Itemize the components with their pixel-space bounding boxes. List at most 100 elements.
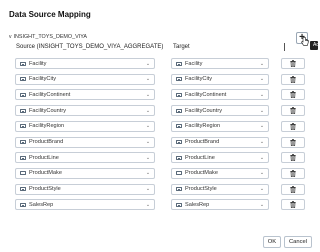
target-select[interactable]: FacilityCountry ⌄ [171, 105, 269, 117]
target-value: ProductStyle [185, 186, 217, 193]
source-select[interactable]: FacilityRegion ⌄ [15, 120, 155, 132]
delete-mapping-button[interactable] [281, 58, 305, 69]
cancel-button[interactable]: Cancel [284, 236, 312, 248]
chevron-down-icon[interactable]: ⌄ [144, 123, 152, 129]
source-value: FacilityCity [29, 76, 57, 83]
trash-icon [290, 170, 296, 177]
delete-mapping-button[interactable] [281, 167, 305, 179]
source-select[interactable]: ProductLine ⌄ [15, 152, 155, 164]
table-column-icon [176, 61, 182, 66]
chevron-down-icon[interactable]: ⌄ [258, 76, 266, 82]
delete-mapping-button[interactable] [281, 105, 305, 117]
add-tooltip: Add [310, 41, 318, 50]
section-header[interactable]: v INSIGHT_TOYS_DEMO_VIYA [9, 32, 87, 41]
chevron-down-icon[interactable]: ⌄ [258, 139, 266, 145]
chevron-down-icon[interactable]: ⌄ [258, 61, 266, 67]
target-value: FacilityRegion [185, 123, 221, 130]
target-select[interactable]: SalesRep ⌄ [171, 199, 269, 211]
delete-mapping-button[interactable] [281, 183, 305, 195]
chevron-down-icon[interactable]: ⌄ [144, 155, 152, 161]
trash-icon [290, 122, 296, 130]
table-column-icon [20, 124, 26, 129]
hand-cursor-icon [301, 37, 309, 46]
mapping-row: FacilityCity ⌄ FacilityCity ⌄ [0, 73, 318, 86]
source-select[interactable]: ProductMake ⌄ [15, 167, 155, 179]
source-select[interactable]: FacilityContinent ⌄ [15, 89, 155, 101]
target-select[interactable]: ProductBrand ⌄ [171, 136, 269, 148]
table-column-icon [20, 108, 26, 113]
collapse-chevron-icon[interactable]: v [9, 34, 12, 40]
table-column-icon [176, 92, 182, 97]
target-select[interactable]: Facility ⌄ [171, 58, 269, 69]
trash-icon [290, 60, 296, 67]
chevron-down-icon[interactable]: ⌄ [258, 155, 266, 161]
source-select[interactable]: FacilityCountry ⌄ [15, 105, 155, 117]
chevron-down-icon[interactable]: ⌄ [144, 186, 152, 192]
mapping-row: FacilityCountry ⌄ FacilityCountry ⌄ [0, 105, 318, 117]
chevron-down-icon[interactable]: ⌄ [258, 186, 266, 192]
target-select[interactable]: FacilityCity ⌄ [171, 73, 269, 85]
chevron-down-icon[interactable]: ⌄ [258, 170, 266, 176]
table-column-icon [176, 108, 182, 113]
chevron-down-icon[interactable]: ⌄ [258, 123, 266, 129]
trash-icon [290, 91, 296, 99]
delete-mapping-button[interactable] [281, 89, 305, 101]
chevron-down-icon[interactable]: ⌄ [144, 139, 152, 145]
target-value: SalesRep [185, 201, 210, 208]
source-value: ProductLine [29, 154, 59, 161]
target-value: FacilityCity [185, 76, 213, 83]
target-select[interactable]: FacilityContinent ⌄ [171, 89, 269, 101]
chevron-down-icon[interactable]: ⌄ [144, 108, 152, 114]
source-select[interactable]: Facility ⌄ [15, 58, 155, 69]
chevron-down-icon[interactable]: ⌄ [258, 92, 266, 98]
ok-button[interactable]: OK [263, 236, 281, 248]
delete-mapping-button[interactable] [281, 199, 305, 211]
target-select[interactable]: ProductStyle ⌄ [171, 183, 269, 195]
table-column-icon [20, 77, 26, 82]
delete-mapping-button[interactable] [281, 136, 305, 148]
mapping-row: ProductMake ⌄ ProductMake ⌄ [0, 167, 318, 180]
delete-mapping-button[interactable] [281, 152, 305, 164]
delete-mapping-button[interactable] [281, 120, 305, 132]
chevron-down-icon[interactable]: ⌄ [144, 61, 152, 67]
chevron-down-icon[interactable]: ⌄ [258, 108, 266, 114]
target-select[interactable]: ProductLine ⌄ [171, 152, 269, 164]
table-column-icon [176, 124, 182, 129]
source-value: FacilityCountry [29, 107, 66, 114]
mapping-row: ProductLine ⌄ ProductLine ⌄ [0, 152, 318, 164]
target-select[interactable]: ProductMake ⌄ [171, 167, 269, 179]
delete-mapping-button[interactable] [281, 73, 305, 85]
source-value: ProductMake [29, 170, 62, 177]
table-column-icon [176, 171, 182, 176]
target-value: ProductBrand [185, 139, 220, 145]
source-select[interactable]: ProductStyle ⌄ [15, 183, 155, 195]
mapping-row: ProductStyle ⌄ ProductStyle ⌄ [0, 183, 318, 196]
trash-icon [290, 201, 296, 209]
source-value: ProductBrand [29, 139, 64, 145]
source-value: FacilityContinent [29, 91, 71, 98]
chevron-down-icon[interactable]: ⌄ [144, 92, 152, 98]
source-value: FacilityRegion [29, 123, 65, 130]
table-column-icon [20, 187, 26, 192]
chevron-down-icon[interactable]: ⌄ [144, 76, 152, 82]
table-column-icon [176, 77, 182, 82]
source-select[interactable]: SalesRep ⌄ [15, 199, 155, 211]
target-value: ProductLine [185, 154, 215, 161]
target-value: ProductMake [185, 170, 218, 177]
trash-icon [290, 107, 296, 115]
mapping-row: Facility ⌄ Facility ⌄ [0, 58, 318, 70]
source-select[interactable]: FacilityCity ⌄ [15, 73, 155, 85]
source-value: SalesRep [29, 201, 54, 208]
column-resize-handle[interactable] [284, 43, 285, 51]
target-select[interactable]: FacilityRegion ⌄ [171, 120, 269, 132]
target-column-header: Target [173, 44, 190, 50]
mapping-row: SalesRep ⌄ SalesRep ⌄ [0, 199, 318, 211]
table-column-icon [20, 92, 26, 97]
section-label: INSIGHT_TOYS_DEMO_VIYA [13, 33, 88, 40]
chevron-down-icon[interactable]: ⌄ [258, 202, 266, 208]
chevron-down-icon[interactable]: ⌄ [144, 170, 152, 176]
chevron-down-icon[interactable]: ⌄ [144, 202, 152, 208]
trash-icon [290, 138, 296, 146]
table-column-icon [20, 140, 26, 144]
source-select[interactable]: ProductBrand ⌄ [15, 136, 155, 148]
